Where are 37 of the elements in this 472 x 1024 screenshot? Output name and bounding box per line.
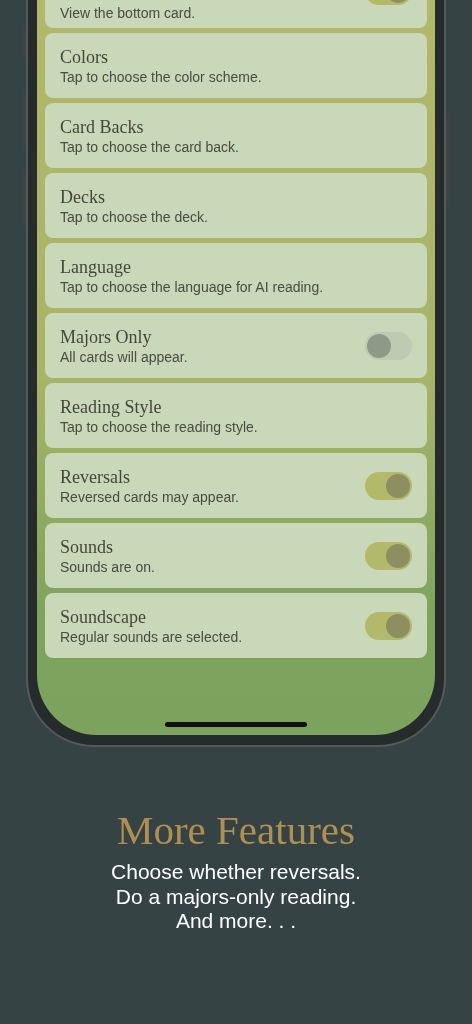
setting-title: Decks (60, 185, 106, 208)
setting-description: Tap to choose the card back. (60, 137, 239, 156)
setting-description: Reversed cards may appear. (60, 487, 239, 506)
setting-title: Soundscape (60, 605, 147, 628)
settings-row[interactable]: Language Tap to choose the language for AI reading. (45, 243, 427, 308)
promo-text: Choose whether reversals. (110, 860, 362, 885)
settings-row[interactable]: Reversals Reversed cards may appear. (45, 453, 427, 518)
toggle-switch[interactable] (365, 471, 412, 500)
setting-title: Card Backs (60, 115, 145, 138)
setting-description: Tap to choose the reading style. (60, 417, 258, 436)
setting-title: Reading Style (60, 395, 163, 418)
promo-text: Do a majors-only reading. (114, 884, 358, 909)
settings-row[interactable]: Sounds Sounds are on. (45, 523, 427, 588)
setting-title: Reversals (60, 465, 131, 488)
settings-row[interactable]: Card Backs Tap to choose the card back. (45, 103, 427, 168)
setting-description: All cards will appear. (60, 347, 188, 366)
setting-title: Sounds (60, 535, 114, 558)
settings-row[interactable]: View the bottom card. (45, 0, 427, 28)
setting-description: View the bottom card. (60, 4, 196, 22)
setting-description: Sounds are on. (60, 557, 155, 576)
toggle-switch[interactable] (365, 331, 412, 360)
setting-description: Tap to choose the color scheme. (60, 67, 262, 86)
promo-headline: More Features (116, 806, 356, 855)
settings-row[interactable]: Decks Tap to choose the deck. (45, 173, 427, 238)
setting-title: Colors (60, 45, 109, 68)
toggle-switch[interactable] (365, 611, 412, 640)
setting-description: Tap to choose the deck. (60, 207, 208, 226)
settings-row[interactable]: Reading Style Tap to choose the reading style. (45, 383, 427, 448)
settings-row[interactable]: Colors Tap to choose the color scheme. (45, 33, 427, 98)
setting-description: Tap to choose the language for AI reading. (60, 277, 324, 296)
settings-row[interactable]: Majors Only All cards will appear. (45, 313, 427, 378)
setting-title: Majors Only (60, 325, 153, 348)
promo-text: And more. . . (174, 909, 298, 934)
settings-row[interactable]: Soundscape Regular sounds are selected. (45, 593, 427, 658)
setting-description: Regular sounds are selected. (60, 627, 243, 646)
setting-title: Language (60, 255, 132, 278)
toggle-switch[interactable] (365, 541, 412, 570)
